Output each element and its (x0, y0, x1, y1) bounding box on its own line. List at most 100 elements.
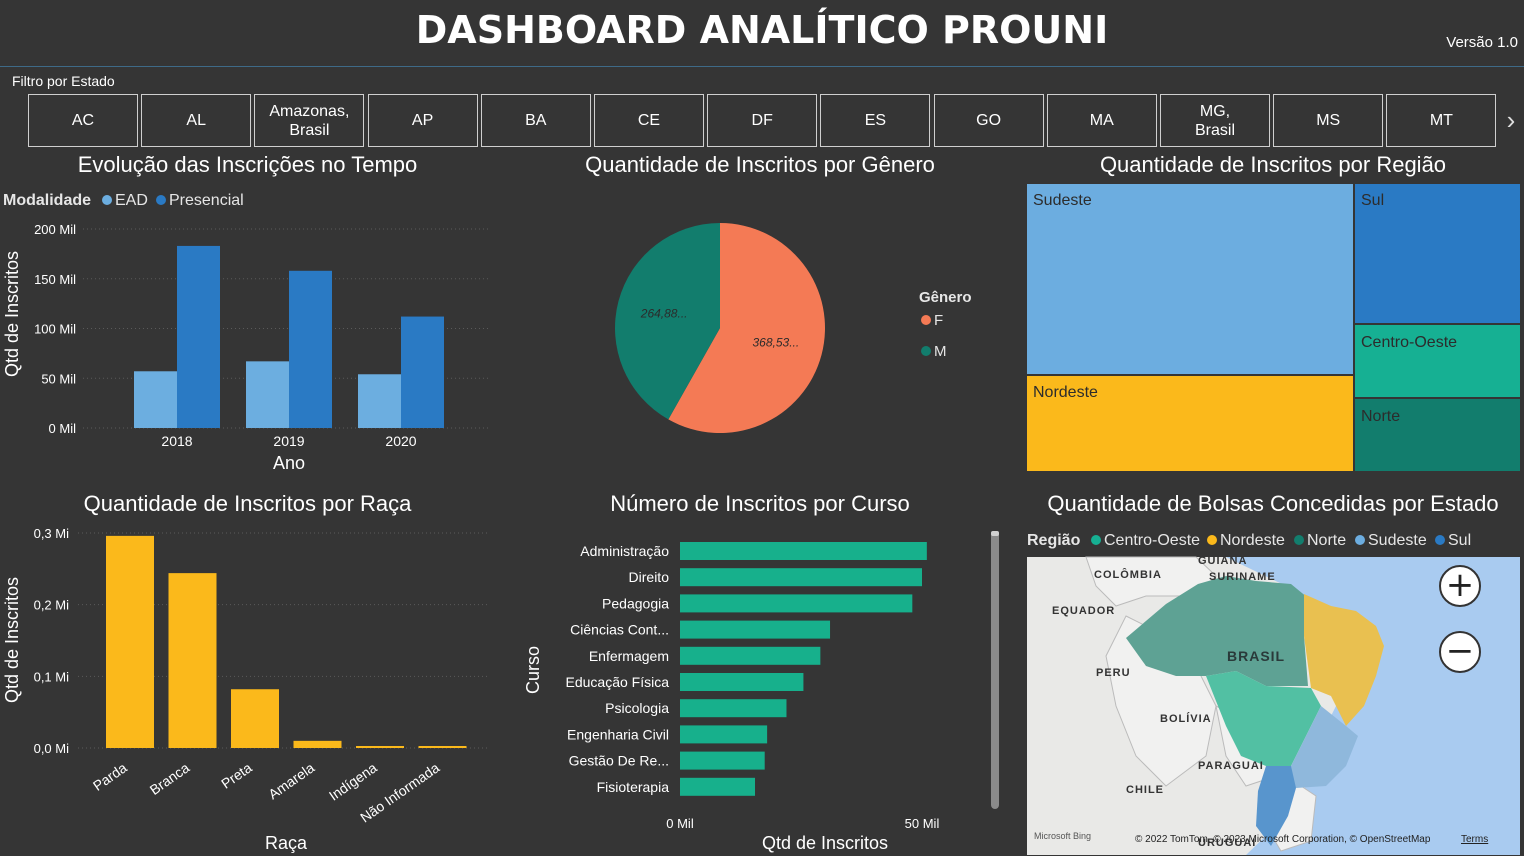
state-button-es[interactable]: ES (820, 94, 931, 147)
map-terms-link[interactable]: Terms (1461, 834, 1488, 845)
x-tick-label: Parda (90, 759, 130, 794)
chart-title-regiao: Quantidade de Inscritos por Região (1099, 152, 1447, 177)
regiao-treemap[interactable]: Sudeste Sul Centro-Oeste Nordeste Norte (1026, 183, 1522, 472)
state-button-al[interactable]: AL (141, 94, 252, 147)
legend-label: Sul (1448, 532, 1471, 549)
map-country-label: EQUADOR (1052, 605, 1115, 617)
treemap-label-norte: Norte (1361, 408, 1400, 425)
bing-logo: Microsoft Bing (1034, 831, 1091, 841)
bar-ind-gena[interactable] (356, 746, 404, 748)
x-axis-title: Ano (273, 453, 305, 473)
legend-label-m: M (934, 343, 947, 360)
bar-curso[interactable] (680, 594, 913, 613)
legend-label: Sudeste (1368, 532, 1427, 549)
treemap-label-sudeste: Sudeste (1033, 192, 1092, 209)
bar-n-o-informada[interactable] (418, 746, 467, 748)
y-tick-label: 0,1 Mi (34, 669, 70, 684)
bar-curso[interactable] (680, 725, 768, 744)
legend-marker-f (921, 315, 931, 325)
bar-preta[interactable] (231, 689, 279, 748)
legend-title-genero: Gênero (919, 289, 972, 306)
y-tick-label: Gestão De Re... (569, 753, 669, 769)
bar-curso[interactable] (680, 568, 922, 587)
x-tick-label: Branca (147, 759, 193, 798)
x-tick-label: 2020 (385, 433, 416, 449)
chevron-right-icon[interactable]: › (1500, 104, 1522, 138)
y-tick-label: Administração (580, 543, 669, 559)
state-button-mt[interactable]: MT (1386, 94, 1497, 147)
map-country-label: BOLÍVIA (1160, 712, 1212, 725)
y-tick-label: Ciências Cont... (570, 622, 669, 638)
bar-parda[interactable] (106, 535, 154, 748)
version-label: Versão 1.0 (1446, 34, 1518, 51)
legend-label: Norte (1307, 532, 1346, 549)
y-tick-label: 50 Mil (41, 371, 76, 386)
state-button-ac[interactable]: AC (28, 94, 138, 147)
legend-marker-norte (1294, 535, 1304, 545)
state-button-mg-brasil[interactable]: MG, Brasil (1160, 94, 1270, 147)
y-axis-title: Curso (523, 646, 543, 694)
legend-marker-m (921, 346, 931, 356)
bar-branca[interactable] (168, 573, 217, 748)
legend-marker-ead (102, 195, 112, 205)
y-tick-label: Educação Física (566, 674, 670, 690)
bar-ead-2020[interactable] (358, 374, 401, 428)
y-tick-label: 0 Mil (49, 421, 77, 436)
state-button-ma[interactable]: MA (1046, 94, 1157, 147)
y-tick-label: 0,0 Mi (34, 741, 70, 756)
bar-curso[interactable] (680, 777, 756, 796)
bar-curso[interactable] (680, 542, 927, 560)
x-tick-label: Preta (218, 759, 255, 791)
legend-title-modalidade: Modalidade (3, 192, 91, 209)
y-axis-title: Qtd de Inscritos (2, 251, 22, 377)
bar-ead-2018[interactable] (134, 371, 177, 428)
header-divider (0, 66, 1524, 67)
y-tick-label: 0,3 Mi (34, 526, 70, 541)
map-country-label: CHILE (1126, 784, 1164, 796)
y-tick-label: Enfermagem (589, 648, 669, 664)
state-button-ba[interactable]: BA (480, 94, 591, 147)
treemap-label-centro-oeste: Centro-Oeste (1361, 334, 1457, 351)
scrollbar-arrow[interactable] (991, 531, 999, 536)
bar-curso[interactable] (680, 620, 831, 639)
genero-pie-chart[interactable]: 368,53... 264,88... Gênero F M (600, 210, 1000, 450)
zoom-in-button[interactable]: + (1439, 565, 1481, 607)
legend-marker-sudeste (1355, 535, 1365, 545)
bar-presencial-2019[interactable] (289, 270, 332, 428)
state-button-go[interactable]: GO (933, 94, 1044, 147)
x-tick-label: 50 Mil (905, 816, 940, 831)
bar-curso[interactable] (680, 699, 787, 718)
legend-label-presencial: Presencial (169, 192, 244, 209)
treemap-tile-sudeste[interactable] (1027, 184, 1353, 374)
state-button-amazonas-brasil[interactable]: Amazonas, Brasil (254, 94, 365, 147)
bar-presencial-2020[interactable] (401, 316, 444, 428)
dashboard-title: DASHBOARD ANALÍTICO PROUNI (415, 8, 1109, 52)
pie-data-label: 368,53... (752, 336, 799, 350)
bar-amarela[interactable] (293, 740, 342, 748)
map-attribution[interactable]: © 2022 TomTom, © 2023 Microsoft Corporat… (1135, 834, 1431, 845)
map-country-label: PARAGUAI (1198, 760, 1264, 772)
bar-curso[interactable] (680, 646, 821, 665)
state-button-ap[interactable]: AP (367, 94, 478, 147)
y-tick-label: 150 Mil (34, 272, 76, 287)
scrollbar[interactable] (991, 531, 999, 809)
map-country-label: BRASIL (1227, 648, 1285, 664)
legend-title-regiao: Região (1027, 532, 1081, 549)
x-axis-title: Qtd de Inscritos (762, 833, 888, 853)
state-button-ce[interactable]: CE (594, 94, 704, 147)
filter-label: Filtro por Estado (12, 73, 115, 89)
legend-label-ead: EAD (115, 192, 148, 209)
bar-curso[interactable] (680, 673, 804, 691)
bar-ead-2019[interactable] (246, 361, 289, 428)
state-button-df[interactable]: DF (707, 94, 818, 147)
bar-curso[interactable] (680, 751, 765, 770)
x-tick-label: 2018 (161, 433, 192, 449)
raca-chart[interactable]: 0,0 Mi 0,1 Mi 0,2 Mi 0,3 Mi Parda Branca Pret… (0, 520, 500, 856)
curso-chart[interactable]: Administração Direito Pedagogia Ciências Co… (510, 528, 1010, 856)
state-button-ms[interactable]: MS (1273, 94, 1384, 147)
chart-title-genero: Quantidade de Inscritos por Gênero (585, 152, 935, 177)
map-country-label: COLÔMBIA (1094, 568, 1162, 581)
zoom-out-button[interactable]: − (1439, 631, 1481, 673)
inscricoes-tempo-chart[interactable]: Modalidade EAD Presencial 0 Mil 50 Mil 100… (0, 186, 500, 476)
bar-presencial-2018[interactable] (177, 245, 220, 428)
